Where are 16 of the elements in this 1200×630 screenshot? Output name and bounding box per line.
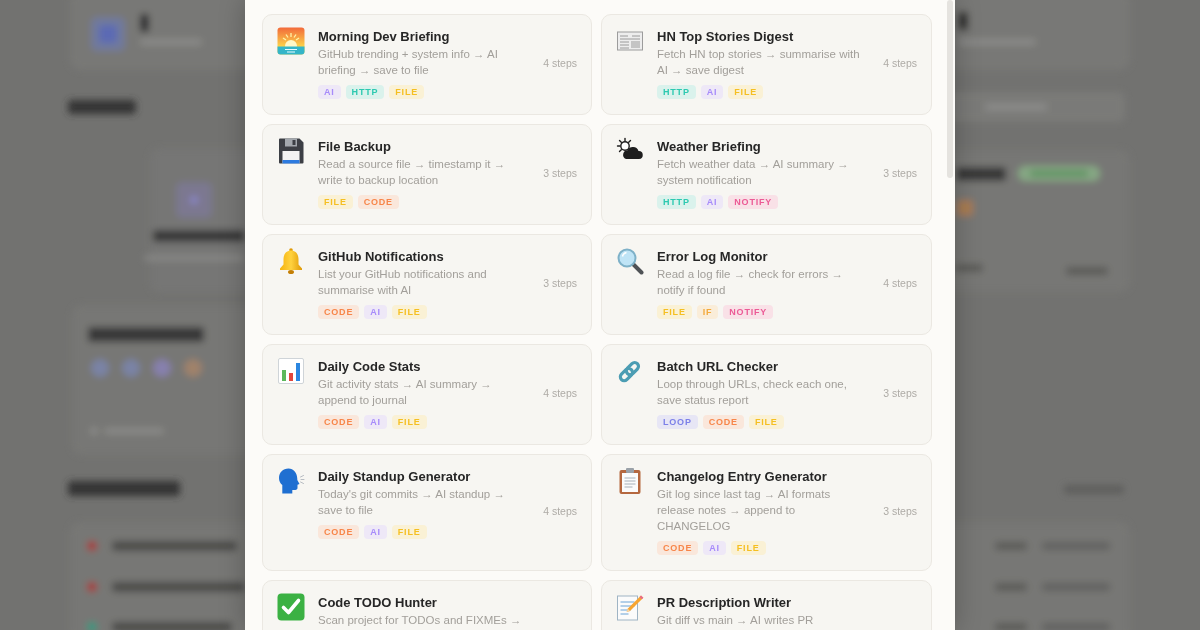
template-description: Scan project for TODOs and FIXMEs → <box>318 613 522 628</box>
step-count: 4 steps <box>883 57 917 70</box>
template-title: Code TODO Hunter <box>318 594 437 611</box>
step-type-tag: AI <box>318 85 341 99</box>
step-type-tag: HTTP <box>657 85 696 99</box>
step-type-tag: AI <box>700 85 724 99</box>
template-title: HN Top Stories Digest <box>657 28 794 45</box>
step-count: 4 steps <box>543 57 577 70</box>
template-description: GitHub trending + system info → AI briefing → save to file <box>318 47 499 78</box>
step-type-tag: FILE <box>728 85 763 99</box>
template-title: Morning Dev Briefing <box>318 28 450 45</box>
step-type-tag: HTTP <box>345 85 385 99</box>
step-type-tag: FILE <box>389 85 424 99</box>
template-title: PR Description Writer <box>657 594 792 611</box>
template-description: Fetch HN top stories → summarise with AI → save digest <box>657 47 861 78</box>
template-description: Git diff vs main → AI writes PR <box>657 613 814 628</box>
